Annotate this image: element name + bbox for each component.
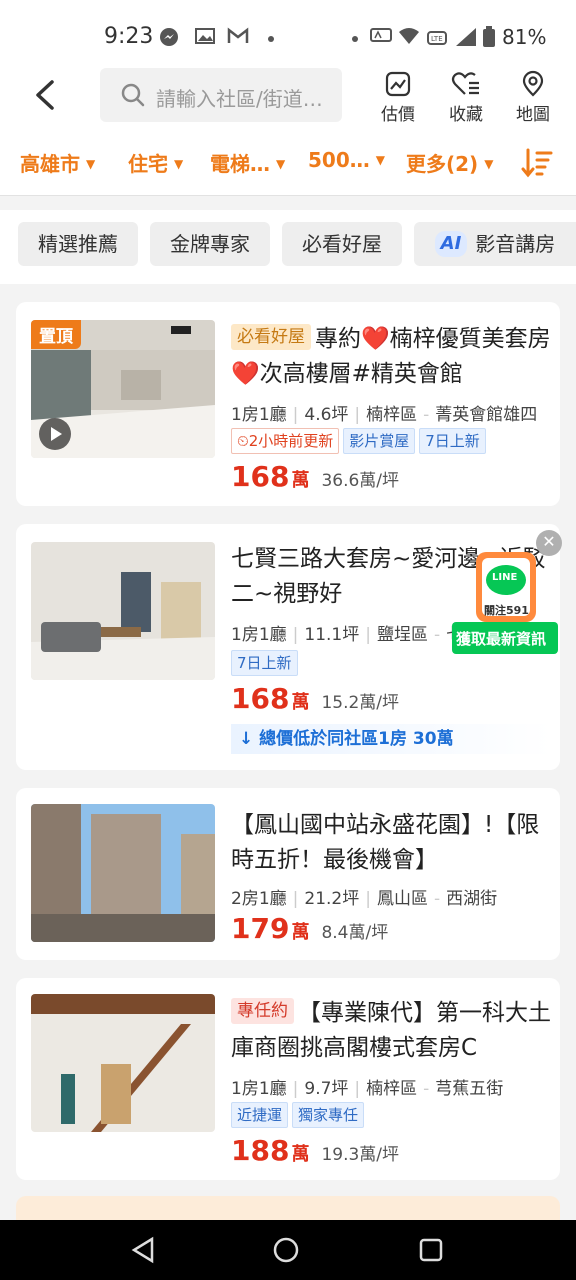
close-icon[interactable]: ✕	[536, 530, 562, 556]
listing-card[interactable]: 【鳳山國中站永盛花園】!【限時五折！最後機會】 2房1廳 | 21.2坪 | 鳳山區 - 西…	[16, 788, 560, 960]
gmail-icon	[226, 26, 250, 51]
valuation-label: 估價	[381, 105, 415, 125]
signal-icon	[454, 26, 478, 53]
listing-info: 1房1廳|11.1坪|鹽埕區-七	[231, 625, 463, 645]
status-time: 9:23	[104, 24, 154, 49]
listing-info: 2房1廳 | 21.2坪 | 鳳山區 - 西湖街	[231, 889, 498, 909]
listing-price: 168 萬 36.6萬/坪	[231, 460, 400, 493]
new-tag: 7日上新	[231, 650, 298, 676]
nav-recents-icon[interactable]	[418, 1236, 444, 1264]
filter-price[interactable]: 500… ▼	[308, 148, 385, 172]
caret-down-icon: ▼	[375, 153, 385, 167]
messenger-icon	[158, 26, 180, 53]
listing-title: 【鳳山國中站永盛花園】!【限時五折！最後機會】	[231, 812, 540, 873]
auto-brightness-icon	[370, 26, 394, 51]
arrow-down-icon: ↓	[239, 729, 260, 749]
listing-tags: 近捷運 獨家專任	[231, 1102, 368, 1128]
line-cta: 獲取最新資訊	[456, 630, 547, 648]
listing-info: 1房1廳 | 9.7坪 | 楠梓區 - 芎蕉五街	[231, 1079, 504, 1099]
caret-down-icon: ▼	[276, 157, 286, 171]
listing-photo	[31, 994, 215, 1132]
listing-tags: 7日上新	[231, 650, 302, 676]
battery-percent: 81%	[502, 25, 547, 49]
favorites-label: 收藏	[449, 105, 483, 125]
map-pin-icon	[522, 70, 544, 97]
mrt-tag: 近捷運	[231, 1102, 289, 1128]
listing-photo	[31, 542, 215, 680]
map-button[interactable]: 地圖	[505, 70, 561, 126]
back-button[interactable]	[28, 72, 68, 118]
dot-icon	[350, 28, 360, 49]
search-placeholder: 請輸入社區/街道…	[156, 87, 323, 111]
status-bar: 9:23 LTE 81%	[0, 0, 576, 62]
listing-title: 專任約 【專業陳代】第一科大土庫商圈挑高閣樓式套房C	[231, 998, 551, 1061]
system-nav-bar	[0, 1220, 576, 1280]
listing-card[interactable]: 置頂 必看好屋 專約❤️楠梓優質美套房❤️次高樓層#精英會館 1房1廳 | 4.6坪 |…	[16, 302, 560, 506]
updated-tag: ⏲2小時前更新	[231, 428, 340, 454]
caret-down-icon: ▼	[484, 157, 494, 171]
gallery-icon	[194, 26, 216, 51]
filter-building[interactable]: 電梯… ▼	[210, 148, 285, 177]
ai-badge: AI	[434, 231, 468, 257]
caret-down-icon: ▼	[86, 157, 96, 171]
heart-list-icon	[451, 72, 479, 95]
chip-gold-expert[interactable]: 金牌專家	[150, 222, 270, 266]
listing-photo	[31, 804, 215, 942]
filter-more[interactable]: 更多(2) ▼	[406, 148, 493, 177]
filter-type[interactable]: 住宅 ▼	[128, 148, 183, 177]
listing-card[interactable]: 專任約 【專業陳代】第一科大土庫商圈挑高閣樓式套房C 1房1廳 | 9.7坪 | 楠梓區 -…	[16, 978, 560, 1180]
search-icon	[121, 83, 145, 107]
price-insight: ↓ 總價低於同社區1房 30萬	[231, 724, 551, 754]
video-tag: 影片賞屋	[343, 428, 416, 454]
volte-icon: LTE	[426, 26, 450, 53]
valuation-button[interactable]: 估價	[370, 70, 426, 126]
listing-tags: ⏲2小時前更新 影片賞屋 7日上新	[231, 428, 490, 454]
exclusive-agent-tag: 獨家專任	[292, 1102, 365, 1128]
sort-icon[interactable]	[520, 146, 554, 180]
map-label: 地圖	[516, 105, 550, 125]
nav-back-icon[interactable]	[130, 1236, 156, 1264]
app-header: 請輸入社區/街道… 估價 收藏 地圖	[0, 62, 576, 132]
battery-icon	[482, 26, 496, 53]
wifi-icon	[398, 26, 420, 51]
svg-text:LTE: LTE	[431, 35, 443, 43]
category-chips: 精選推薦 金牌專家 必看好屋 AI 影音講房	[0, 210, 576, 284]
filter-bar: 高雄市 ▼ 住宅 ▼ 電梯… ▼ 500… ▼ 更多(2) ▼	[0, 132, 576, 196]
chip-featured[interactable]: 精選推薦	[18, 222, 138, 266]
listing-info: 1房1廳 | 4.6坪 | 楠梓區 - 菁英會館雄四	[231, 405, 538, 425]
new-tag: 7日上新	[419, 428, 486, 454]
play-icon[interactable]	[39, 418, 71, 450]
clock-icon: ⏲	[237, 432, 249, 450]
dot-icon	[266, 28, 276, 49]
must-see-tag: 必看好屋	[231, 324, 311, 350]
listing-price: 188 萬 19.3萬/坪	[231, 1134, 400, 1167]
line-logo: LINE	[492, 572, 518, 583]
favorites-button[interactable]: 收藏	[438, 70, 494, 126]
chip-ai-video[interactable]: AI 影音講房	[414, 222, 576, 266]
search-input[interactable]: 請輸入社區/街道…	[100, 68, 342, 122]
exclusive-tag: 專任約	[231, 998, 294, 1024]
listing-price: 179 萬 8.4萬/坪	[231, 912, 389, 945]
chip-must-see[interactable]: 必看好屋	[282, 222, 402, 266]
caret-down-icon: ▼	[174, 157, 184, 171]
listing-price: 168 萬 15.2萬/坪	[231, 682, 400, 715]
line-follow-label: 關注591	[484, 604, 529, 617]
listing-title: 必看好屋 專約❤️楠梓優質美套房❤️次高樓層#精英會館	[231, 324, 551, 387]
listing-photo: 置頂	[31, 320, 215, 458]
nav-home-icon[interactable]	[272, 1236, 300, 1264]
filter-city[interactable]: 高雄市 ▼	[20, 148, 95, 177]
chart-icon	[385, 71, 411, 97]
pinned-badge: 置頂	[31, 320, 81, 349]
